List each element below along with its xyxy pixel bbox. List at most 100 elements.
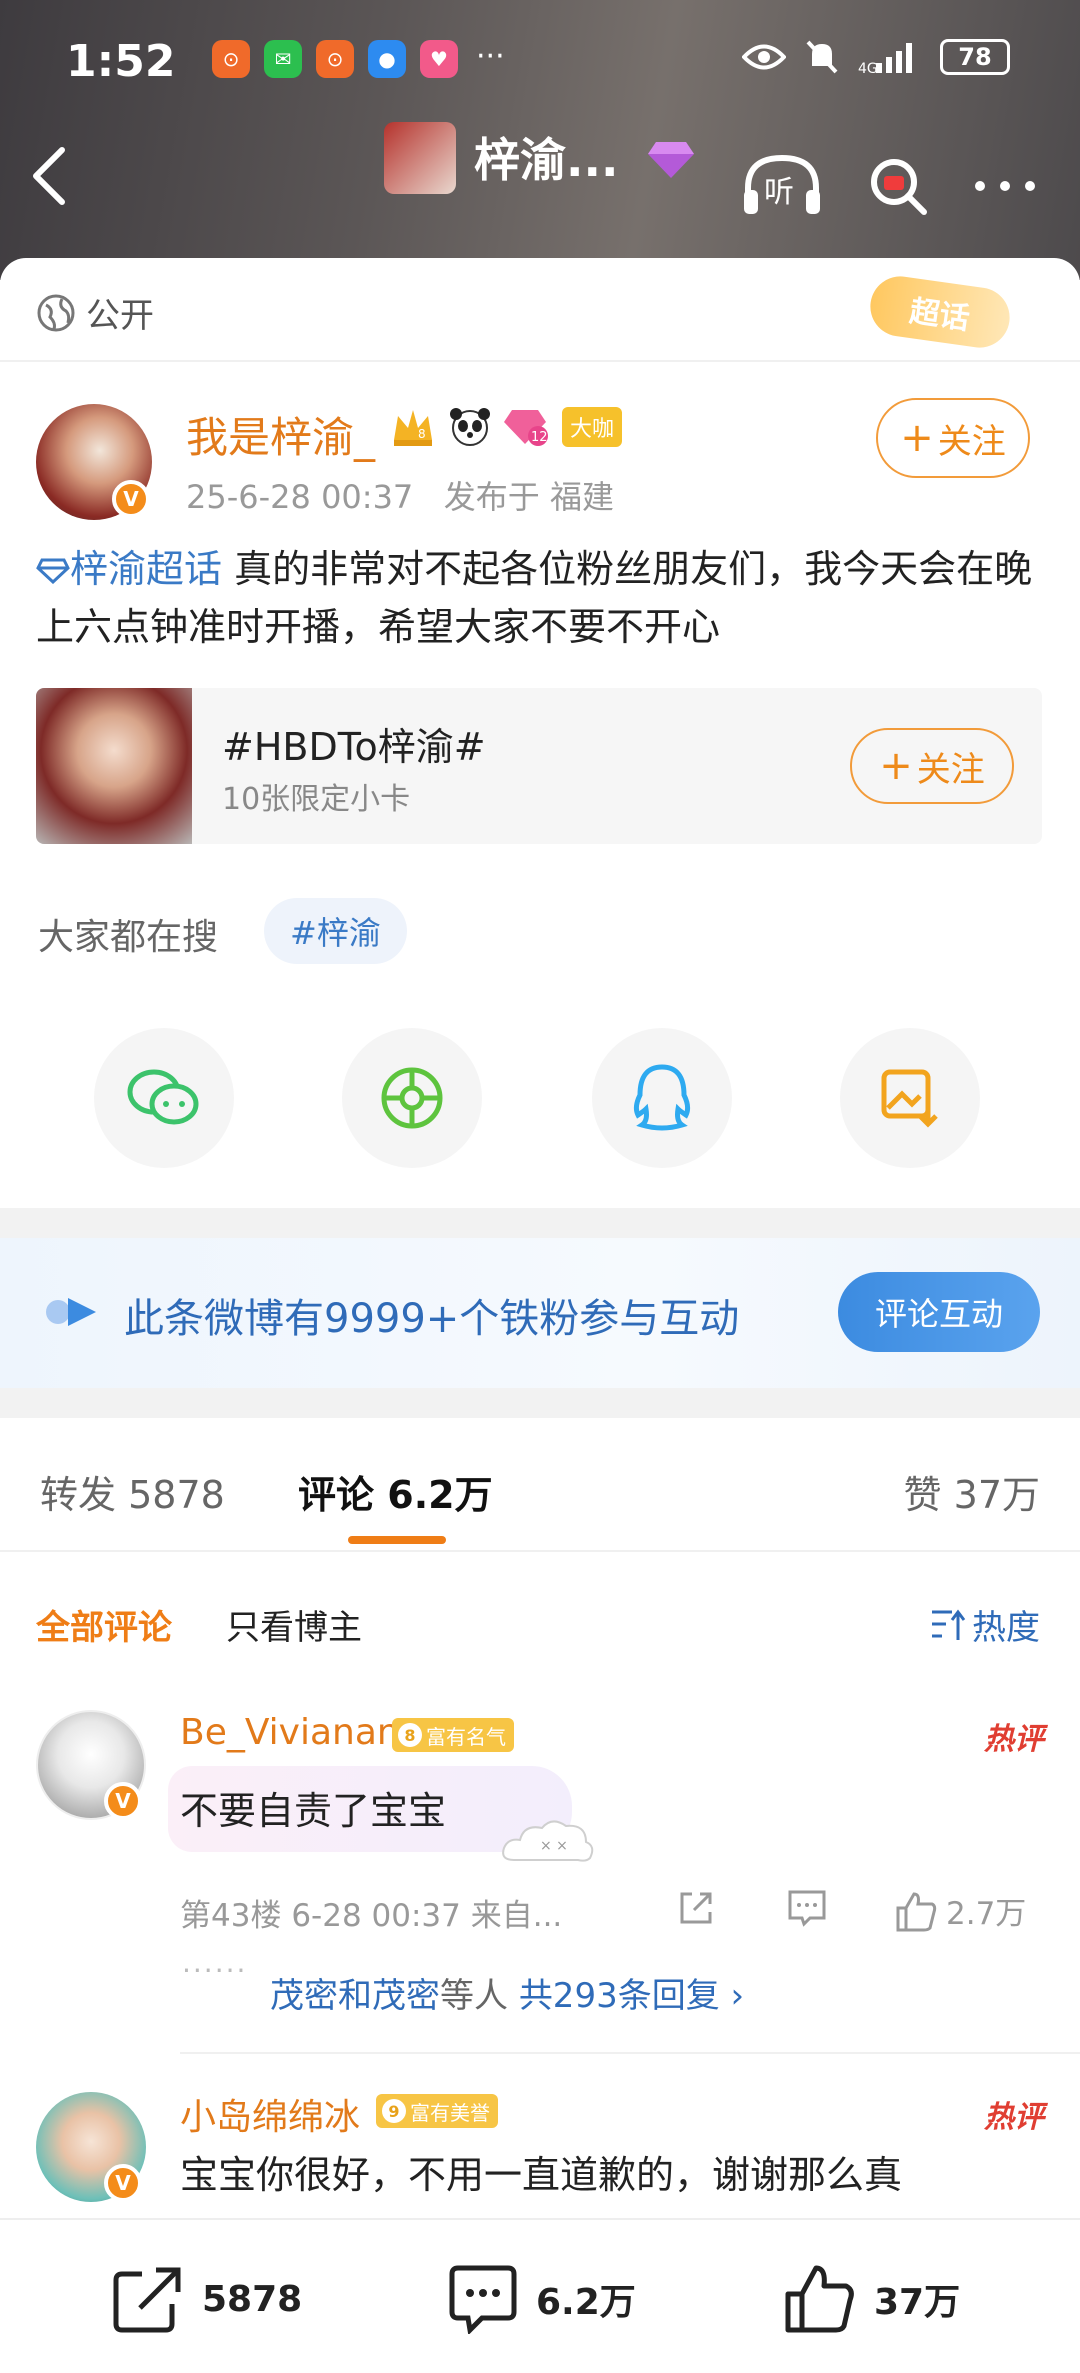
fan-level-badge: 8 富有名气: [392, 1718, 514, 1752]
diamond-icon: [36, 558, 70, 585]
save-image-icon: [881, 1069, 938, 1128]
chevron-right-icon: ›: [730, 1976, 745, 2016]
back-arrow-icon[interactable]: [30, 146, 70, 206]
fans-interaction-icon: [46, 1298, 96, 1326]
post-card: 公开 超话 V 我是梓渝_ 8 12 大咖 25-6-28 00:37 发布于 …: [0, 258, 1080, 1208]
divider: [0, 1550, 1080, 1552]
visibility-label: 公开: [36, 288, 154, 337]
chaohua-badge[interactable]: 超话: [866, 272, 1014, 352]
signal-icon: 4G: [858, 43, 912, 75]
sort-by-heat-button[interactable]: 热度: [930, 1600, 1040, 1649]
reply-dots: ······: [182, 1954, 248, 1987]
cloud-decoration-icon: × ×: [502, 1820, 594, 1862]
share-moments-button[interactable]: [342, 1028, 482, 1168]
comment-icon: [449, 2265, 517, 2334]
comment-interaction-button[interactable]: 评论互动: [838, 1272, 1040, 1352]
filter-all-comments[interactable]: 全部评论: [36, 1600, 172, 1649]
tab-comments[interactable]: 评论 6.2万: [298, 1464, 493, 1519]
thumbs-up-icon: [896, 1891, 937, 1931]
search-icon[interactable]: [866, 154, 930, 218]
bottom-action-bar: 5878 6.2万 37万: [0, 2218, 1080, 2373]
globe-icon: [37, 294, 75, 331]
more-notifications: ···: [476, 39, 505, 74]
topic-image: [36, 688, 192, 844]
trending-search-tag[interactable]: #梓渝: [264, 898, 407, 964]
listen-icon[interactable]: 听: [740, 154, 824, 218]
comment-text: 宝宝你很好，不用一直道歉的，谢谢那么真: [180, 2153, 903, 2197]
active-tab-indicator: [348, 1536, 446, 1544]
commenter-name[interactable]: 小岛绵绵冰: [180, 2088, 360, 2140]
panda-icon: [450, 408, 490, 446]
share-wechat-button[interactable]: [94, 1028, 234, 1168]
chaohua-topic-link[interactable]: 梓渝超话: [36, 547, 222, 591]
app-notification-icon: ⊙: [212, 40, 250, 78]
plus-icon: +: [900, 415, 934, 461]
wechat-notification-icon: ✉: [264, 40, 302, 78]
big-shot-tag: 大咖: [562, 407, 623, 447]
like-button[interactable]: 37万: [784, 2264, 960, 2334]
sort-icon: [932, 1609, 966, 1640]
post-time: 25-6-28 00:37: [186, 478, 414, 516]
section-gap: [0, 1208, 1080, 1238]
comment-meta: 第43楼 6-28 00:37 来自...: [180, 1898, 563, 1934]
reply-comment-button[interactable]: [786, 1888, 828, 1928]
share-row: [0, 1028, 1080, 1168]
author-name[interactable]: 我是梓渝_: [186, 404, 375, 465]
wechat-icon: [127, 1069, 199, 1125]
gem-level-icon: [648, 142, 694, 178]
share-qq-button[interactable]: [592, 1028, 732, 1168]
repost-button[interactable]: 5878: [112, 2264, 302, 2334]
svg-text:12: 12: [531, 430, 548, 445]
moments-icon: [381, 1067, 443, 1129]
fan-level-badge: 9 富有美誉: [376, 2094, 498, 2128]
status-bar: 1:52 ⊙ ✉ ⊙ ● ♥ ··· 4G 78: [0, 30, 1080, 94]
nav-avatar[interactable]: [384, 122, 456, 194]
commenter-name[interactable]: Be_Vivianan: [180, 1712, 400, 1753]
section-gap: [0, 1388, 1080, 1418]
status-notification-icons: ⊙ ✉ ⊙ ● ♥ ···: [212, 40, 505, 78]
author-badges: 8 12 大咖: [390, 406, 623, 448]
tab-likes[interactable]: 赞 37万: [904, 1464, 1040, 1519]
comment-item: V 小岛绵绵冰 9 富有美誉 热评 宝宝你很好，不用一直道歉的，谢谢那么真: [0, 2088, 1080, 2228]
trending-search-label: 大家都在搜: [38, 917, 219, 958]
comment-filters: 全部评论 只看博主 热度: [0, 1600, 1080, 1660]
like-comment-button[interactable]: 2.7万: [894, 1888, 1026, 1933]
more-options-icon[interactable]: [970, 154, 1040, 218]
message-notification-icon: ●: [368, 40, 406, 78]
post-content: 梓渝超话 真的非常对不起各位粉丝朋友们，我今天会在晚上六点钟准时开播，希望大家不…: [36, 540, 1046, 656]
crown-badge-icon: 8: [394, 410, 432, 446]
svg-text:8: 8: [418, 427, 426, 441]
eye-icon: [742, 44, 786, 70]
comment-item: V Be_Vivianan 8 富有名气 热评 × × 不要自责了宝宝 第43楼 …: [0, 1710, 1080, 2060]
gem-level-icon: 12: [504, 410, 548, 446]
repost-comment-button[interactable]: [676, 1888, 716, 1928]
view-replies-link[interactable]: 茂密和茂密等人 共293条回复 ›: [270, 1968, 744, 2017]
verified-badge-icon: V: [104, 1782, 142, 1820]
hot-comment-tag: 热评: [984, 1722, 1044, 1757]
tab-repost[interactable]: 转发 5878: [40, 1464, 225, 1519]
status-indicators: 4G 78: [742, 38, 1010, 76]
topic-card[interactable]: #HBDTo梓渝# 10张限定小卡 + 关注: [36, 688, 1042, 844]
thumbs-up-icon: [785, 2265, 854, 2333]
topic-title: #HBDTo梓渝#: [222, 725, 486, 769]
save-image-button[interactable]: [840, 1028, 980, 1168]
qq-icon: [633, 1064, 691, 1131]
app-notification-icon: ⊙: [316, 40, 354, 78]
hot-comment-tag: 热评: [984, 2100, 1044, 2135]
plus-icon: +: [879, 743, 913, 789]
follow-topic-button[interactable]: + 关注: [850, 728, 1014, 804]
follow-author-button[interactable]: + 关注: [876, 398, 1030, 478]
verified-badge-icon: V: [104, 2164, 142, 2202]
repost-icon: [113, 2267, 181, 2333]
post-meta: 25-6-28 00:37 发布于 福建: [186, 472, 614, 518]
comment-icon: [788, 1890, 826, 1927]
fans-banner-text: 此条微博有9999+个铁粉参与互动: [124, 1296, 740, 1342]
navigation-bar: 梓渝... 听: [0, 110, 1080, 230]
iron-fans-banner: 此条微博有9999+个铁粉参与互动 评论互动: [0, 1238, 1080, 1388]
verified-badge-icon: V: [112, 480, 150, 518]
share-icon: [680, 1892, 712, 1924]
filter-author-only[interactable]: 只看博主: [226, 1600, 362, 1649]
nav-title[interactable]: 梓渝...: [474, 124, 618, 190]
svg-text:听: 听: [764, 175, 794, 210]
comment-button[interactable]: 6.2万: [446, 2264, 636, 2334]
